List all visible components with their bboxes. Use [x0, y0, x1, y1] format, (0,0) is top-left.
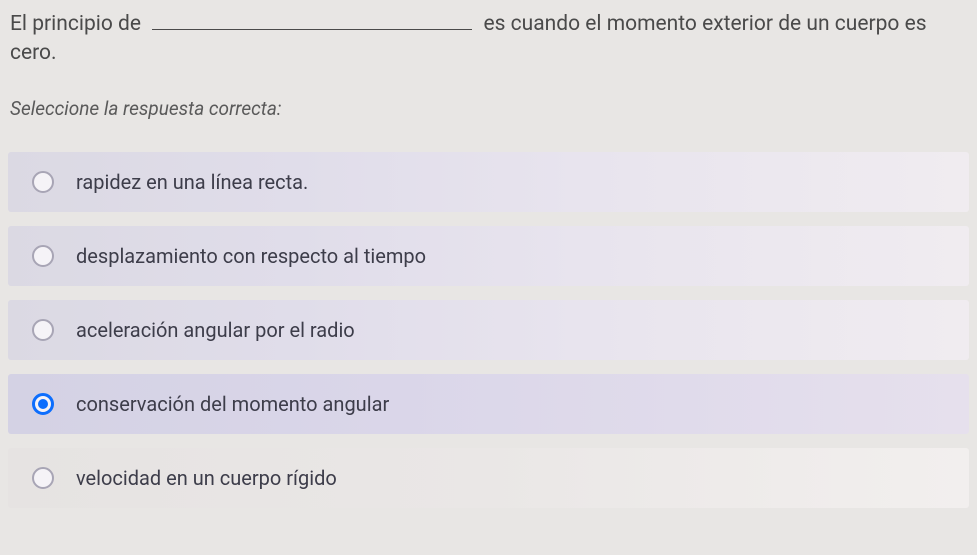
radio-icon	[32, 467, 54, 489]
option-label: aceleración angular por el radio	[76, 318, 355, 342]
radio-icon	[32, 245, 54, 267]
option-5[interactable]: velocidad en un cuerpo rígido	[8, 448, 969, 508]
option-3[interactable]: aceleración angular por el radio	[8, 300, 969, 360]
options-list: rapidez en una línea recta. desplazamien…	[8, 152, 969, 508]
radio-icon	[32, 171, 54, 193]
option-1[interactable]: rapidez en una línea recta.	[8, 152, 969, 212]
option-label: velocidad en un cuerpo rígido	[76, 466, 337, 490]
question-after-blank: es cuando el momento exterior de un cuer…	[10, 12, 927, 65]
option-2[interactable]: desplazamiento con respecto al tiempo	[8, 226, 969, 286]
option-label: desplazamiento con respecto al tiempo	[76, 244, 426, 268]
radio-icon	[32, 319, 54, 341]
option-label: rapidez en una línea recta.	[76, 170, 308, 194]
question-before-blank: El principio de	[10, 12, 141, 36]
blank-line	[152, 29, 472, 30]
radio-icon-checked	[32, 393, 54, 415]
question-stem: El principio de es cuando el momento ext…	[8, 10, 969, 69]
option-4[interactable]: conservación del momento angular	[8, 374, 969, 434]
instruction-text: Seleccione la respuesta correcta:	[8, 97, 969, 120]
option-label: conservación del momento angular	[76, 392, 389, 416]
